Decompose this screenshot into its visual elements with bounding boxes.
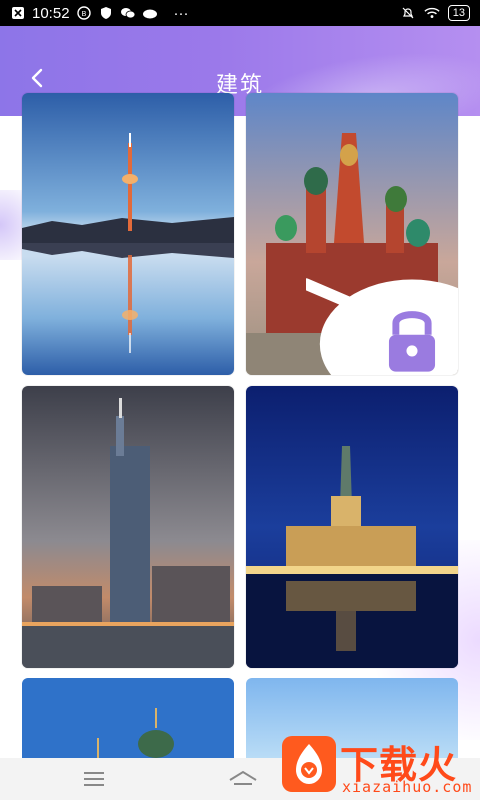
watermark-logo-icon: [282, 736, 336, 792]
notification-x-icon: [10, 6, 26, 20]
shield-icon: [98, 6, 114, 20]
cloud-icon: [142, 6, 158, 20]
wallpaper-card-city-hall[interactable]: [246, 386, 458, 668]
wallpaper-card-tv-tower[interactable]: [22, 93, 234, 375]
home-icon: [229, 770, 257, 785]
lock-overlay: [306, 278, 458, 375]
app-badge-icon: B: [76, 6, 92, 20]
mute-bell-icon: [400, 6, 416, 20]
wechat-icon: [120, 6, 136, 20]
status-bar: 10:52 B ··· 13: [0, 0, 480, 26]
watermark-domain: xiazaihuo.com: [342, 778, 473, 796]
wallpaper-card-dome-partial[interactable]: [22, 678, 234, 758]
home-button[interactable]: [228, 768, 258, 790]
wallpaper-card-st-basils[interactable]: [246, 93, 458, 375]
wallpaper-card-skyscraper[interactable]: [22, 386, 234, 668]
menu-icon: [84, 772, 104, 786]
watermark: 下载火 xiazaihuo.com: [282, 732, 480, 800]
menu-button[interactable]: [82, 768, 106, 790]
svg-text:B: B: [81, 11, 86, 18]
status-time: 10:52: [32, 4, 70, 22]
wifi-icon: [424, 6, 440, 20]
battery-indicator: 13: [447, 5, 470, 21]
status-more: ···: [173, 4, 189, 22]
wallpaper-grid: [0, 70, 480, 758]
